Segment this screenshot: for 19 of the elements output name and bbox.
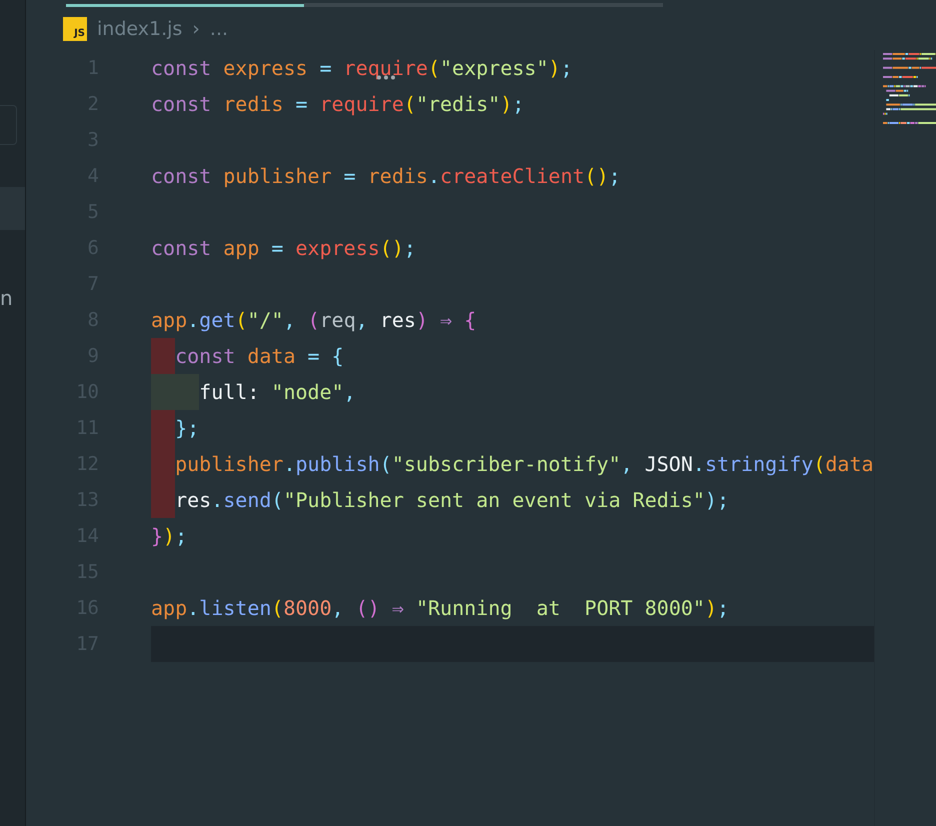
breadcrumb-separator: › [192, 18, 200, 40]
selected-sidebar-row[interactable] [0, 187, 25, 230]
code-line: full: "node", [151, 374, 874, 410]
sidebar-item[interactable]: n [0, 286, 25, 310]
indent-marker [151, 482, 176, 518]
code-line: app.get("/", (req, res) ⇒ { [151, 307, 478, 334]
code-line: }); [151, 523, 188, 550]
breadcrumb-file[interactable]: index1.js [97, 18, 182, 40]
code-line: }; [151, 410, 874, 446]
breadcrumb-more[interactable]: ... [210, 18, 228, 40]
code-line: const express = require("express"); [151, 55, 574, 82]
code-line: const app = express(); [151, 235, 417, 262]
js-file-icon: JS [63, 17, 87, 41]
code-line: const redis = require("redis"); [151, 91, 526, 118]
code-line: publisher.publish("subscriber-notify", JSON.stringify(data [151, 446, 874, 482]
code-line: const data = { [151, 338, 874, 374]
code-line: app.listen(8000, () ⇒ "Running at PORT 8000"); [151, 595, 730, 622]
code-line: res.send("Publisher sent an event via Redis"); [151, 482, 874, 518]
code-line: const publisher = redis.createClient(); [151, 163, 622, 190]
